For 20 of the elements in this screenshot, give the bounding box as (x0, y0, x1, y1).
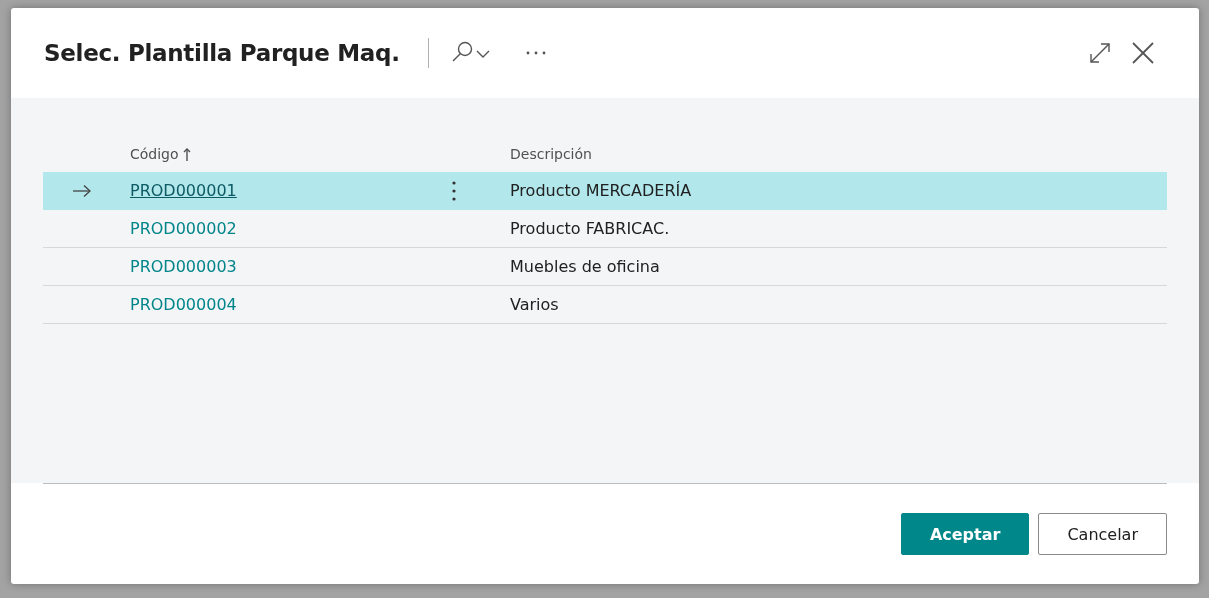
more-icon (524, 50, 547, 56)
code-link[interactable]: PROD000001 (130, 181, 237, 200)
table-row[interactable]: PROD000003 Muebles de oficina (43, 248, 1167, 286)
table-cell-text: Producto MERCADERÍA (510, 181, 693, 200)
code-link[interactable]: PROD000004 (130, 295, 237, 314)
column-header[interactable]: Código (130, 146, 420, 162)
accept-button[interactable]: Aceptar (900, 513, 1030, 555)
column-header[interactable]: Descripción (510, 146, 1167, 162)
cancel-button[interactable]: Cancelar (1038, 513, 1167, 555)
table-cell-text: Varios (510, 295, 560, 314)
code-link[interactable]: PROD000002 (130, 219, 237, 238)
table-row[interactable]: PROD000004 Varios (43, 286, 1167, 324)
table-row[interactable]: PROD000002 Producto FABRICAC. (43, 210, 1167, 248)
table-cell-text: Muebles de oficina (510, 257, 661, 276)
table-cell-text: Producto FABRICAC. (510, 219, 671, 238)
vertical-dots-icon (452, 180, 456, 201)
table-row[interactable]: PROD000001 Producto MERCADERÍA (43, 172, 1167, 210)
arrow-right-icon (73, 184, 91, 197)
dialog-title: Selec. Plantilla Parque Maq. (44, 40, 400, 66)
code-link[interactable]: PROD000003 (130, 257, 237, 276)
